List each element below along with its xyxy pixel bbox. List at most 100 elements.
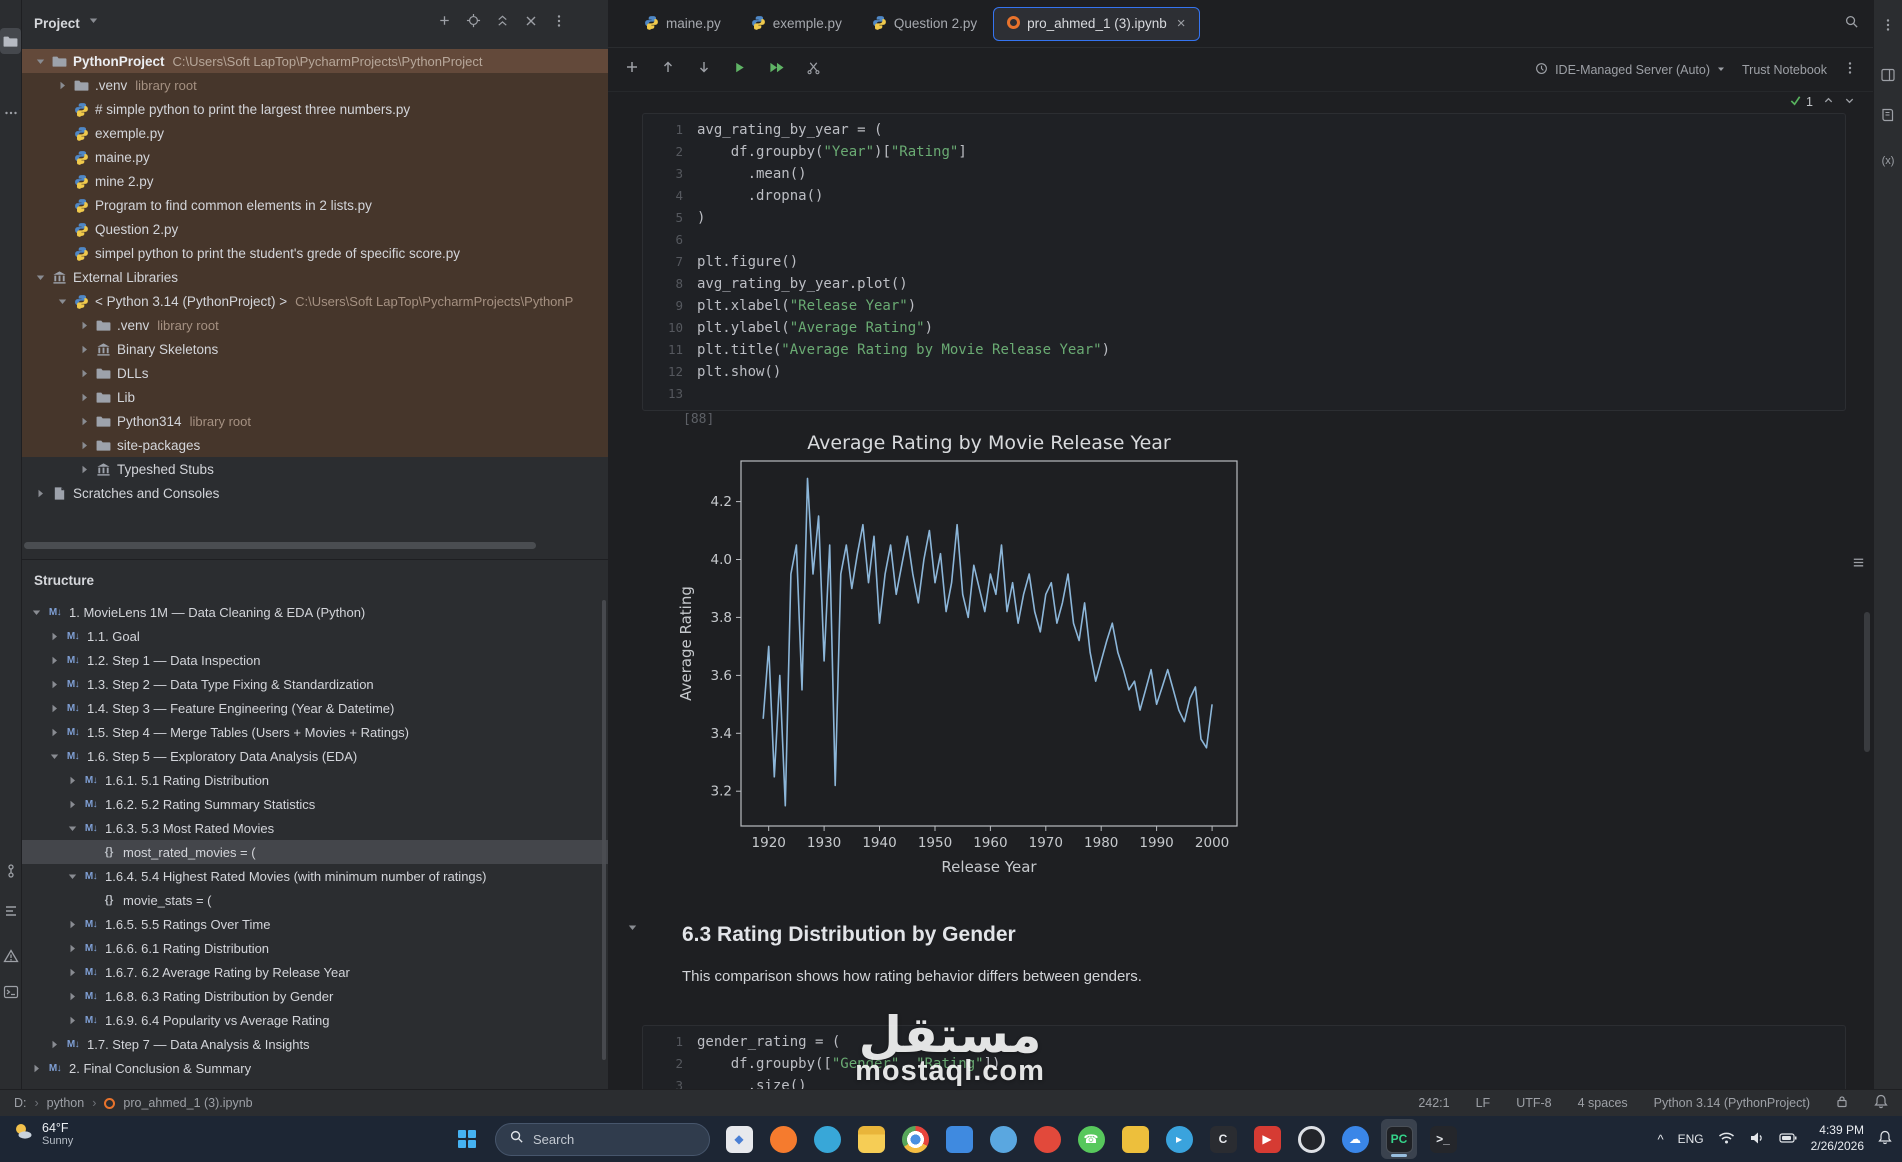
structure-tree-item[interactable]: M↓ 1. MovieLens 1M — Data Cleaning & EDA …: [22, 600, 608, 624]
hide-button[interactable]: [524, 14, 538, 33]
lock-icon[interactable]: [1836, 1095, 1848, 1111]
structure-tree-item[interactable]: M↓ 1.6.6. 6.1 Rating Distribution: [22, 936, 608, 960]
project-tree-item[interactable]: Program to find common elements in 2 lis…: [22, 193, 608, 217]
editor-tab-question-2-py[interactable]: Question 2.py: [858, 7, 991, 41]
locate-button[interactable]: [466, 13, 481, 33]
project-tree-item[interactable]: maine.py: [22, 145, 608, 169]
project-tree-item[interactable]: .venv library root: [22, 313, 608, 337]
taskbar-app-onedrive[interactable]: ☁: [1337, 1119, 1373, 1159]
chevron-right-icon[interactable]: [64, 798, 81, 811]
structure-tree-item[interactable]: M↓ 1.6.9. 6.4 Popularity vs Average Ratin…: [22, 1008, 608, 1032]
collapse-all-icon[interactable]: [495, 13, 510, 28]
project-stripe-button[interactable]: [0, 28, 21, 54]
chevron-right-icon[interactable]: [46, 678, 63, 691]
project-tree-item[interactable]: site-packages: [22, 433, 608, 457]
project-tree-item[interactable]: Binary Skeletons: [22, 337, 608, 361]
project-tree-item[interactable]: < Python 3.14 (PythonProject) > C:\Users\…: [22, 289, 608, 313]
breadcrumb-folder[interactable]: python: [47, 1096, 85, 1110]
move-down-button[interactable]: [696, 59, 712, 80]
structure-tree-item[interactable]: M↓ 1.6. Step 5 — Exploratory Data Analysi…: [22, 744, 608, 768]
chevron-right-icon[interactable]: [28, 1062, 45, 1075]
locate-icon[interactable]: [466, 13, 481, 28]
structure-tree-item[interactable]: M↓ 1.6.8. 6.3 Rating Distribution by Gend…: [22, 984, 608, 1008]
structure-tree-item[interactable]: M↓ 1.6.7. 6.2 Average Rating by Release Y…: [22, 960, 608, 984]
structure-tree-item[interactable]: M↓ 1.6.4. 5.4 Highest Rated Movies (with …: [22, 864, 608, 888]
more-button[interactable]: [552, 14, 566, 33]
chevron-right-icon[interactable]: [76, 343, 93, 356]
code-cell[interactable]: 123 gender_rating = ( df.groupby(["Gende…: [642, 1025, 1846, 1089]
tray-chevron[interactable]: ^: [1657, 1132, 1663, 1147]
chevron-down-icon[interactable]: [32, 271, 49, 284]
project-tree-item[interactable]: Lib: [22, 385, 608, 409]
more-icon[interactable]: [1843, 61, 1857, 75]
chevron-right-icon[interactable]: [76, 391, 93, 404]
structure-tree-item[interactable]: M↓ 1.6.1. 5.1 Rating Distribution: [22, 768, 608, 792]
chevron-up-icon[interactable]: [1823, 95, 1834, 109]
taskbar-app-edge[interactable]: [809, 1119, 845, 1159]
run-cell-button[interactable]: [732, 60, 747, 80]
chevron-right-icon[interactable]: [46, 726, 63, 739]
cut-cell-button[interactable]: [806, 60, 821, 80]
chevron-right-icon[interactable]: [76, 367, 93, 380]
project-tree-item[interactable]: DLLs: [22, 361, 608, 385]
structure-tree-item[interactable]: M↓ 1.6.2. 5.2 Rating Summary Statistics: [22, 792, 608, 816]
chevron-right-icon[interactable]: [76, 415, 93, 428]
add-icon[interactable]: [437, 13, 452, 28]
chevron-down-icon[interactable]: [54, 295, 71, 308]
run-all-cells-icon[interactable]: [767, 60, 786, 75]
taskbar-search[interactable]: [495, 1122, 710, 1156]
taskbar-app-sticky-notes[interactable]: [1117, 1119, 1153, 1159]
more-stripe-button[interactable]: [1874, 12, 1902, 38]
collapse-all-button[interactable]: [495, 13, 510, 33]
taskbar-app-cursor[interactable]: C: [1205, 1119, 1241, 1159]
taskbar-app-paint[interactable]: [985, 1119, 1021, 1159]
move-cell-up-icon[interactable]: [660, 59, 676, 75]
chevron-down-icon[interactable]: [87, 14, 100, 32]
encoding-widget[interactable]: UTF-8: [1516, 1096, 1551, 1110]
add-cell-icon[interactable]: [624, 59, 640, 75]
project-horizontal-scrollbar[interactable]: [24, 542, 536, 549]
sci-view-stripe-button[interactable]: [1874, 62, 1902, 88]
chevron-right-icon[interactable]: [76, 439, 93, 452]
add-button[interactable]: [437, 13, 452, 33]
clock-widget[interactable]: 4:39 PM 2/26/2026: [1811, 1123, 1864, 1154]
move-cell-down-icon[interactable]: [696, 59, 712, 75]
editor-tab-exemple-py[interactable]: exemple.py: [737, 7, 856, 41]
project-tree-item[interactable]: mine 2.py: [22, 169, 608, 193]
structure-tree-item[interactable]: M↓ 2. Final Conclusion & Summary: [22, 1056, 608, 1080]
chevron-right-icon[interactable]: [76, 319, 93, 332]
structure-tree-item[interactable]: {} most_rated_movies = (: [22, 840, 608, 864]
search-everywhere-icon[interactable]: [1844, 14, 1859, 34]
project-tree-item[interactable]: exemple.py: [22, 121, 608, 145]
chevron-right-icon[interactable]: [64, 942, 81, 955]
battery-icon[interactable]: [1779, 1132, 1797, 1147]
code-text[interactable]: gender_rating = ( df.groupby(["Gender", …: [697, 1031, 1000, 1089]
code-cell[interactable]: 1 2 3 4 5 6 7 8 9 10 11 12 13 avg_rating_by_year = (…: [642, 113, 1846, 411]
editor-tab-maine-py[interactable]: maine.py: [630, 7, 735, 41]
chevron-right-icon[interactable]: [32, 487, 49, 500]
chevron-right-icon[interactable]: [46, 702, 63, 715]
chevron-right-icon[interactable]: [46, 1038, 63, 1051]
run-all-button[interactable]: [767, 60, 786, 80]
structure-tree-item[interactable]: M↓ 1.1. Goal: [22, 624, 608, 648]
structure-tree-item[interactable]: M↓ 1.7. Step 7 — Data Analysis & Insights: [22, 1032, 608, 1056]
taskbar-app-youtube[interactable]: ▶: [1249, 1119, 1285, 1159]
taskbar-app-obs-studio[interactable]: [1293, 1119, 1329, 1159]
project-tree-item[interactable]: Question 2.py: [22, 217, 608, 241]
more-options-icon[interactable]: [1843, 61, 1857, 78]
taskbar-app-pycharm[interactable]: PC: [1381, 1119, 1417, 1159]
notifications-bell-icon[interactable]: [1874, 1094, 1888, 1112]
structure-tree-item[interactable]: M↓ 1.6.5. 5.5 Ratings Over Time: [22, 912, 608, 936]
chevron-down-icon[interactable]: [1844, 95, 1855, 109]
chevron-right-icon[interactable]: [64, 774, 81, 787]
taskbar-app-firefox[interactable]: [765, 1119, 801, 1159]
project-tree-item[interactable]: simpel python to print the student's gre…: [22, 241, 608, 265]
trust-notebook-button[interactable]: Trust Notebook: [1742, 63, 1827, 77]
add-cell-button[interactable]: [624, 59, 640, 80]
chevron-right-icon[interactable]: [54, 79, 71, 92]
more-tools-stripe-button[interactable]: [0, 100, 21, 126]
breadcrumb-file[interactable]: pro_ahmed_1 (3).ipynb: [123, 1096, 252, 1110]
taskbar-app-telegram[interactable]: ▸: [1161, 1119, 1197, 1159]
chevron-right-icon[interactable]: [64, 990, 81, 1003]
taskbar-app-file-explorer[interactable]: [853, 1119, 889, 1159]
